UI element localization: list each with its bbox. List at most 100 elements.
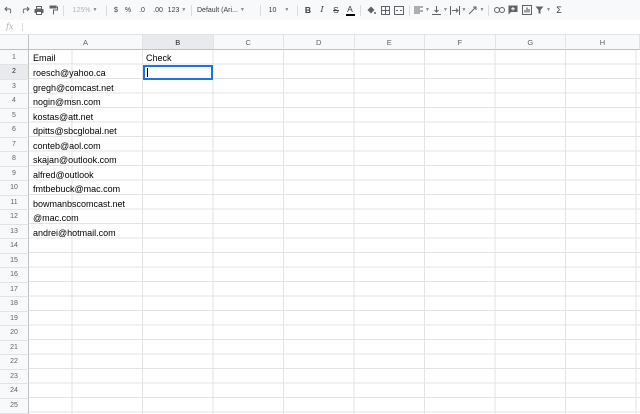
toolbar-divider — [191, 4, 192, 16]
cell-a9[interactable]: alfred@outlook — [33, 168, 94, 182]
column-header-a[interactable]: A — [29, 35, 143, 50]
sigma-icon: Σ — [556, 5, 562, 15]
text-wrapping-select[interactable]: ▼ — [449, 2, 467, 18]
cell-a8[interactable]: skajan@outlook.com — [33, 153, 117, 167]
column-header-b[interactable]: B — [143, 35, 214, 50]
row-header-6[interactable]: 6 — [0, 123, 29, 138]
column-header-e[interactable]: E — [354, 35, 425, 50]
row-header-13[interactable]: 13 — [0, 224, 29, 239]
row-header-19[interactable]: 19 — [0, 311, 29, 326]
formula-bar: fx — [0, 20, 640, 35]
row-header-10[interactable]: 10 — [0, 181, 29, 196]
row-header-23[interactable]: 23 — [0, 369, 29, 384]
add-comment-icon — [508, 5, 518, 15]
row-header-17[interactable]: 17 — [0, 282, 29, 297]
row-header-15[interactable]: 15 — [0, 253, 29, 268]
row-header-7[interactable]: 7 — [0, 137, 29, 152]
insert-chart-button[interactable] — [520, 2, 534, 18]
cell-b1[interactable]: Check — [146, 51, 172, 65]
select-all-corner[interactable] — [0, 35, 29, 50]
fill-color-button[interactable] — [364, 2, 378, 18]
active-cell-b2[interactable] — [143, 65, 213, 80]
bold-button[interactable]: B — [301, 2, 315, 18]
insert-comment-button[interactable] — [506, 2, 520, 18]
row-header-22[interactable]: 22 — [0, 355, 29, 370]
toolbar-divider — [63, 4, 64, 16]
column-header-h[interactable]: H — [566, 35, 640, 50]
row-header-16[interactable]: 16 — [0, 268, 29, 283]
more-formats-label: 123 — [167, 6, 180, 14]
zoom-value: 125% — [72, 6, 91, 14]
column-header-f[interactable]: F — [425, 35, 496, 50]
cell-grid[interactable] — [29, 50, 640, 414]
vertical-align-select[interactable]: ▼ — [431, 2, 449, 18]
row-header-12[interactable]: 12 — [0, 210, 29, 225]
text-rotation-select[interactable]: ▼ — [467, 2, 485, 18]
borders-button[interactable] — [378, 2, 392, 18]
increase-decimals-button[interactable]: .00 — [150, 2, 166, 18]
merge-cells-button[interactable] — [392, 2, 406, 18]
text-color-label: A — [347, 3, 353, 14]
font-family-select[interactable]: Default (Ari... ▼ — [195, 2, 257, 18]
italic-button[interactable]: I — [315, 2, 329, 18]
cell-a5[interactable]: kostas@att.net — [33, 110, 93, 124]
row-header-20[interactable]: 20 — [0, 326, 29, 341]
filter-button[interactable]: ▼ — [534, 2, 552, 18]
column-header-c[interactable]: C — [213, 35, 284, 50]
paint-format-button[interactable] — [46, 2, 60, 18]
currency-format-button[interactable]: $ — [110, 2, 122, 18]
row-header-25[interactable]: 25 — [0, 398, 29, 414]
cell-a10[interactable]: fmtbebuck@mac.com — [33, 182, 120, 196]
cell-a13[interactable]: andrei@hotmail.com — [33, 226, 116, 240]
undo-button[interactable] — [0, 2, 18, 18]
text-cursor — [147, 68, 148, 77]
horizontal-align-select[interactable]: ▼ — [413, 2, 431, 18]
more-formats-select[interactable]: 123 ▼ — [166, 2, 188, 18]
cell-a7[interactable]: conteb@aol.com — [33, 139, 101, 153]
row-header-21[interactable]: 21 — [0, 340, 29, 355]
column-header-d[interactable]: D — [284, 35, 355, 50]
redo-icon — [22, 6, 30, 14]
print-button[interactable] — [32, 2, 46, 18]
row-header-4[interactable]: 4 — [0, 94, 29, 109]
row-header-24[interactable]: 24 — [0, 384, 29, 399]
functions-button[interactable]: Σ — [552, 2, 566, 18]
insert-link-button[interactable] — [492, 2, 506, 18]
row-header-11[interactable]: 11 — [0, 195, 29, 210]
toolbar-divider — [488, 4, 489, 16]
decrease-decimals-button[interactable]: .0 — [134, 2, 150, 18]
zoom-select[interactable]: 125% ▼ — [67, 2, 103, 18]
row-header-2[interactable]: 2 — [0, 65, 29, 80]
row-header-5[interactable]: 5 — [0, 108, 29, 123]
cell-a11[interactable]: bowmanbscomcast.net — [33, 197, 125, 211]
text-color-button[interactable]: A — [343, 2, 357, 18]
strikethrough-button[interactable]: S — [329, 2, 343, 18]
decrease-decimals-label: .0 — [139, 6, 145, 14]
font-family-value: Default (Ari... — [197, 6, 238, 14]
cell-a2[interactable]: roesch@yahoo.ca — [33, 66, 106, 80]
percent-label: % — [124, 6, 132, 14]
formula-input[interactable] — [26, 20, 636, 34]
column-header-g[interactable]: G — [495, 35, 566, 50]
percent-format-button[interactable]: % — [122, 2, 134, 18]
font-size-select[interactable]: 10 ▼ — [264, 2, 294, 18]
row-header-1[interactable]: 1 — [0, 50, 29, 65]
row-header-3[interactable]: 3 — [0, 79, 29, 94]
align-left-icon — [414, 6, 424, 14]
redo-button[interactable] — [18, 2, 32, 18]
row-header-9[interactable]: 9 — [0, 166, 29, 181]
row-header-14[interactable]: 14 — [0, 239, 29, 254]
chevron-down-icon: ▼ — [425, 7, 430, 13]
cell-a12[interactable]: @mac.com — [33, 211, 79, 225]
borders-icon — [380, 5, 390, 15]
chevron-down-icon: ▼ — [92, 7, 98, 13]
row-header-18[interactable]: 18 — [0, 297, 29, 312]
cell-a3[interactable]: gregh@comcast.net — [33, 81, 114, 95]
cell-a1[interactable]: Email — [33, 51, 56, 65]
chevron-down-icon: ▼ — [461, 7, 467, 13]
cell-a4[interactable]: nogin@msn.com — [33, 95, 101, 109]
row-header-8[interactable]: 8 — [0, 152, 29, 167]
chevron-down-icon: ▼ — [181, 7, 187, 13]
link-icon — [493, 7, 505, 13]
cell-a6[interactable]: dpitts@sbcglobal.net — [33, 124, 117, 138]
